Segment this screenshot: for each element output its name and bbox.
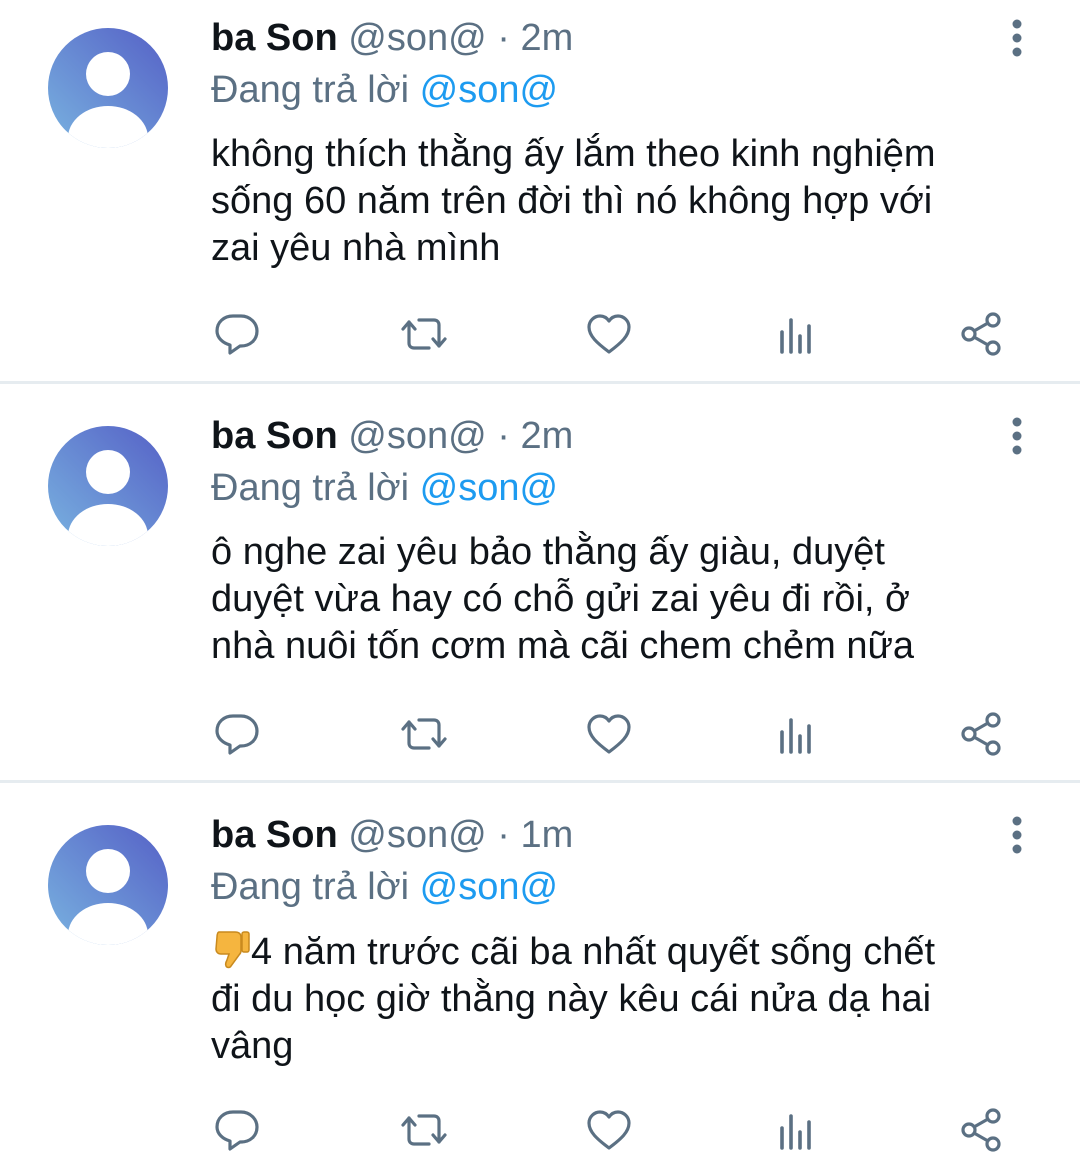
tweet[interactable]: ba Son @son@ · 2m Đang trả lời @son@ khô…: [0, 0, 1080, 382]
analytics-icon[interactable]: [768, 706, 824, 762]
tweet-actions: [0, 1102, 1080, 1162]
heart-icon[interactable]: [581, 306, 637, 362]
default-avatar-icon[interactable]: [48, 426, 168, 546]
tweet-text-body: 4 năm trước cãi ba nhất quyết sống chết …: [211, 931, 936, 1067]
reply-mention[interactable]: @son@: [420, 866, 558, 908]
reply-prefix: Đang trả lời: [211, 69, 410, 111]
analytics-icon[interactable]: [768, 1102, 824, 1158]
share-icon[interactable]: [953, 1102, 1009, 1158]
author-name[interactable]: ba Son: [211, 814, 338, 856]
reply-mention[interactable]: @son@: [420, 467, 558, 509]
reply-prefix: Đang trả lời: [211, 467, 410, 509]
author-meta: @son@ · 2m: [348, 415, 574, 457]
reply-icon[interactable]: [209, 1102, 265, 1158]
heart-icon[interactable]: [581, 1102, 637, 1158]
heart-icon[interactable]: [581, 706, 637, 762]
share-icon[interactable]: [953, 306, 1009, 362]
reply-mention[interactable]: @son@: [420, 69, 558, 111]
default-avatar-icon[interactable]: [48, 825, 168, 945]
replying-to: Đang trả lời @son@: [211, 64, 558, 116]
analytics-icon[interactable]: [768, 306, 824, 362]
divider: [0, 381, 1080, 384]
retweet-icon[interactable]: [396, 1102, 452, 1158]
author-meta: @son@ · 1m: [348, 814, 574, 856]
reply-icon[interactable]: [209, 706, 265, 762]
tweet-header: ba Son @son@ · 2m: [211, 410, 573, 462]
tweet-header: ba Son @son@ · 1m: [211, 809, 573, 861]
tweet-header: ba Son @son@ · 2m: [211, 12, 573, 64]
author-meta: @son@ · 2m: [348, 17, 574, 59]
reply-icon[interactable]: [209, 306, 265, 362]
tweet[interactable]: ba Son @son@ · 2m Đang trả lời @son@ ô n…: [0, 398, 1080, 780]
tweet-text: không thích thằng ấy lắm theo kinh nghiệ…: [211, 133, 936, 269]
default-avatar-icon[interactable]: [48, 28, 168, 148]
thumbs-down-emoji: [211, 928, 251, 972]
more-vertical-icon[interactable]: [1002, 416, 1032, 456]
tweet-text: ô nghe zai yêu bảo thằng ấy giàu, duyệt …: [211, 531, 915, 667]
share-icon[interactable]: [953, 706, 1009, 762]
replying-to: Đang trả lời @son@: [211, 462, 558, 514]
replying-to: Đang trả lời @son@: [211, 861, 558, 913]
more-vertical-icon[interactable]: [1002, 18, 1032, 58]
retweet-icon[interactable]: [396, 706, 452, 762]
more-vertical-icon[interactable]: [1002, 815, 1032, 855]
tweet-text: 4 năm trước cãi ba nhất quyết sống chết …: [211, 928, 1041, 1070]
author-name[interactable]: ba Son: [211, 17, 338, 59]
tweet-actions: [0, 306, 1080, 366]
divider: [0, 780, 1080, 783]
tweet[interactable]: ba Son @son@ · 1m Đang trả lời @son@ 4 n…: [0, 797, 1080, 1164]
reply-prefix: Đang trả lời: [211, 866, 410, 908]
retweet-icon[interactable]: [396, 306, 452, 362]
author-name[interactable]: ba Son: [211, 415, 338, 457]
tweet-actions: [0, 706, 1080, 766]
